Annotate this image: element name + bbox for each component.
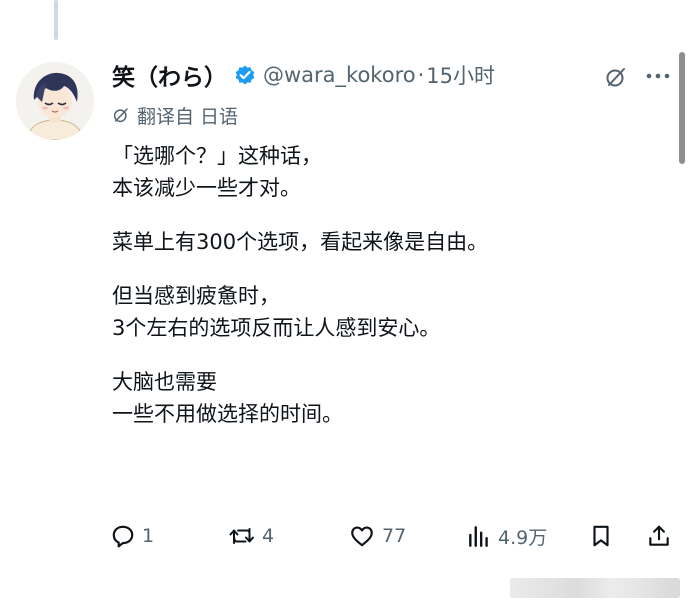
bookmark-button[interactable] (588, 516, 620, 556)
share-button[interactable] (646, 516, 678, 556)
tweet-line: 但当感到疲惫时， (112, 284, 280, 308)
tweet-line: 大脑也需要 (112, 370, 217, 394)
tweet-text: 「选哪个？」这种话， 本该减少一些才对。 菜单上有300个选项，看起来像是自由。… (112, 140, 652, 452)
reply-icon (112, 525, 134, 548)
views-button[interactable]: 4.9万 (466, 516, 547, 556)
translation-note[interactable]: 翻译自 日语 (112, 101, 238, 129)
more-icon[interactable] (645, 63, 671, 89)
heart-icon (351, 526, 373, 547)
scrollbar[interactable] (679, 52, 685, 164)
tweet-line: 「选哪个？」这种话， (112, 144, 322, 168)
views-icon (469, 526, 488, 547)
tweet-paragraph-3: 但当感到疲惫时， 3个左右的选项反而让人感到安心。 (112, 280, 652, 344)
repost-count: 4 (262, 525, 275, 547)
translation-label: 翻译自 日语 (137, 105, 239, 128)
tweet-line: 一些不用做选择的时间。 (112, 402, 343, 426)
views-count: 4.9万 (498, 526, 548, 549)
grok-icon[interactable] (604, 65, 628, 89)
repost-icon (229, 528, 254, 544)
tweet-header: 笑（わら） @wara_kokoro · 15小时 (112, 57, 495, 93)
like-button[interactable]: 77 (348, 516, 406, 556)
tweet-paragraph-1: 「选哪个？」这种话， 本该减少一些才对。 (112, 140, 652, 204)
reply-button[interactable]: 1 (110, 516, 154, 556)
bookmark-icon (593, 525, 609, 547)
verified-badge-icon (233, 63, 257, 87)
thread-connector-line (54, 0, 58, 40)
tweet-action-bar: 1 4 77 4.9万 (110, 516, 675, 556)
grok-translate-icon (113, 108, 128, 123)
share-icon (649, 525, 669, 546)
reply-count: 1 (142, 525, 155, 547)
watermark (510, 578, 680, 598)
like-count: 77 (382, 525, 407, 547)
author-display-name[interactable]: 笑（わら） (112, 58, 227, 92)
repost-button[interactable]: 4 (228, 516, 274, 556)
avatar-illustration (16, 62, 94, 140)
avatar[interactable] (16, 62, 94, 140)
separator-dot: · (417, 63, 425, 87)
tweet-timestamp[interactable]: 15小时 (426, 60, 495, 90)
tweet-line: 本该减少一些才对。 (112, 176, 301, 200)
tweet-line: 菜单上有300个选项，看起来像是自由。 (112, 230, 489, 254)
tweet-paragraph-2: 菜单上有300个选项，看起来像是自由。 (112, 226, 652, 258)
tweet-line: 3个左右的选项反而让人感到安心。 (112, 316, 441, 340)
tweet-paragraph-4: 大脑也需要 一些不用做选择的时间。 (112, 366, 652, 430)
author-handle[interactable]: @wara_kokoro (263, 63, 416, 87)
